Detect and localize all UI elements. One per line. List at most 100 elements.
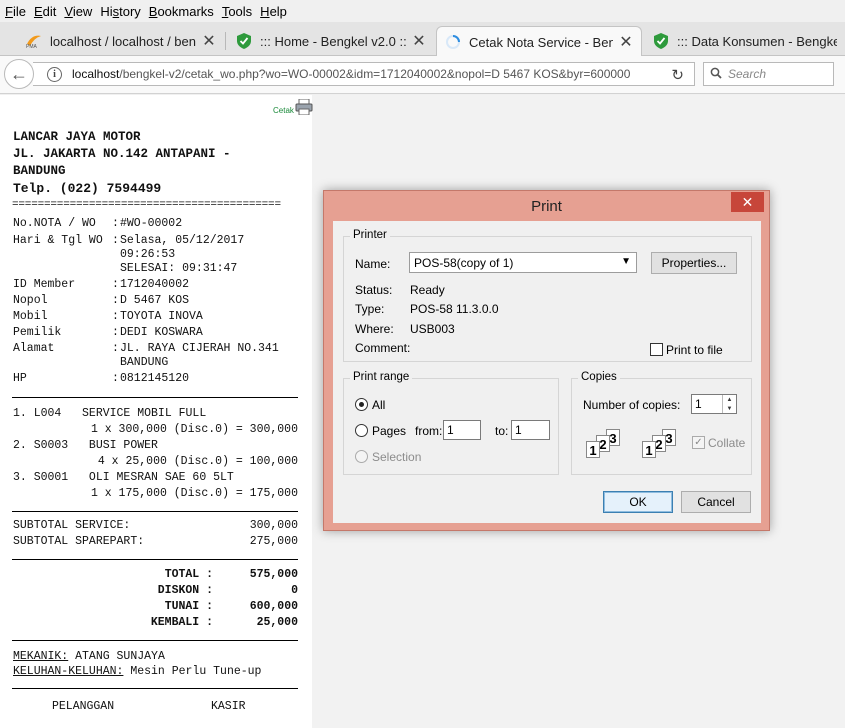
tab-label: localhost / localhost / bengk	[50, 33, 196, 49]
close-icon: ✕	[741, 194, 754, 210]
item-detail: 1 x 175,000 (Disc.0) = 175,000	[90, 487, 298, 500]
item-detail: 1 x 300,000 (Disc.0) = 300,000	[90, 423, 298, 436]
field-colon: :	[112, 234, 119, 247]
reload-icon[interactable]: ↻	[671, 66, 684, 84]
field-value: DEDI KOSWARA	[120, 326, 203, 339]
print-to-file-checkbox[interactable]	[650, 343, 663, 356]
url-host: localhost	[72, 67, 120, 81]
all-label: All	[372, 398, 386, 412]
field-value: BANDUNG	[120, 356, 169, 369]
tab-home-bengkel[interactable]: ::: Home - Bengkel v2.0 ::: ✕	[228, 26, 434, 56]
subtotal-label: SUBTOTAL SERVICE:	[13, 519, 131, 532]
search-input[interactable]: Search	[703, 62, 834, 86]
printer-group-label: Printer	[350, 229, 390, 241]
receipt: Cetak LANCAR JAYA MOTOR JL. JAKARTA NO.1…	[0, 95, 313, 728]
close-button[interactable]: ✕	[731, 192, 764, 212]
field-colon: :	[112, 342, 119, 355]
total-label: KEMBALI :	[150, 616, 213, 629]
print-range-group: Print range All Pages from: 1 to: 1 Sele…	[343, 371, 559, 475]
all-radio[interactable]	[355, 398, 368, 411]
printer-group: Printer Name: POS-58(copy of 1) ▼ Proper…	[343, 229, 752, 362]
close-icon[interactable]: ✕	[412, 31, 426, 51]
divider	[12, 688, 298, 689]
tab-label: ::: Data Konsumen - Bengkel	[677, 33, 837, 49]
keluhan-line: KELUHAN-KELUHAN: Mesin Perlu Tune-up	[13, 665, 261, 678]
shield-icon	[653, 33, 669, 49]
total-label: TOTAL :	[164, 568, 213, 581]
page-icon: 1	[586, 441, 600, 458]
status-label: Status:	[355, 283, 393, 297]
where-value: USB003	[410, 322, 455, 336]
spin-arrows-icon[interactable]: ▲ ▼	[722, 395, 736, 413]
field-value: 1712040002	[120, 278, 190, 291]
cetak-link[interactable]: Cetak	[273, 98, 313, 116]
menu-file[interactable]: File	[4, 4, 33, 19]
print-dialog: Print ✕ Printer Name: POS-58(copy of 1) …	[323, 190, 770, 531]
tab-cetak-nota[interactable]: Cetak Nota Service - Bengke ✕	[436, 26, 642, 57]
close-icon[interactable]: ✕	[619, 32, 633, 52]
item-line: 2. S0003 BUSI POWER	[13, 439, 158, 452]
menu-edit[interactable]: Edit	[33, 4, 63, 19]
menu-bar: File Edit View History Bookmarks Tools H…	[0, 0, 845, 22]
phpmyadmin-icon: PMA	[26, 33, 42, 49]
field-label: Nopol	[13, 294, 48, 307]
field-label: Mobil	[13, 310, 48, 323]
type-label: Type:	[355, 302, 385, 316]
item-line: 1. L004 SERVICE MOBIL FULL	[13, 407, 207, 420]
menu-bookmarks[interactable]: Bookmarks	[148, 4, 221, 19]
properties-button[interactable]: Properties...	[651, 252, 737, 274]
mekanik-line: MEKANIK: ATANG SUNJAYA	[13, 650, 165, 663]
mekanik-label: MEKANIK:	[13, 650, 69, 663]
shop-address-1: JL. JAKARTA NO.142 ANTAPANI -	[13, 147, 231, 161]
field-value: JL. RAYA CIJERAH NO.341	[120, 342, 279, 355]
shop-name: LANCAR JAYA MOTOR	[13, 130, 141, 144]
sign-customer: PELANGGAN	[52, 700, 115, 713]
field-value: 09:26:53	[120, 248, 176, 261]
field-value: TOYOTA INOVA	[120, 310, 203, 323]
divider	[12, 511, 298, 512]
field-value: SELESAI: 09:31:47	[120, 262, 238, 275]
tab-data-konsumen[interactable]: ::: Data Konsumen - Bengkel	[645, 26, 845, 56]
search-icon	[710, 67, 722, 82]
loading-icon	[445, 34, 461, 50]
selection-radio[interactable]	[355, 450, 368, 463]
collate-label: Collate	[708, 436, 746, 450]
svg-text:PMA: PMA	[26, 44, 38, 48]
dialog-title: Print	[531, 198, 562, 215]
printer-name-select[interactable]: POS-58(copy of 1) ▼	[409, 252, 637, 273]
shop-phone: Telp. (022) 7594499	[13, 181, 162, 196]
copies-label: Number of copies:	[583, 398, 681, 412]
to-input[interactable]: 1	[511, 420, 550, 440]
info-icon[interactable]: i	[47, 66, 62, 82]
from-label: from:	[415, 424, 443, 438]
field-colon: :	[112, 326, 119, 339]
field-colon: :	[112, 217, 119, 230]
comment-label: Comment:	[355, 341, 411, 355]
total-value: 0	[291, 584, 298, 597]
keluhan-value: Mesin Perlu Tune-up	[130, 665, 262, 678]
url-bar[interactable]: i localhost/bengkel-v2/cetak_wo.php?wo=W…	[33, 62, 695, 86]
keluhan-label: KELUHAN-KELUHAN:	[13, 665, 124, 678]
collate-checkbox[interactable]: ✓	[692, 436, 705, 449]
copies-stepper[interactable]: 1 ▲ ▼	[691, 394, 737, 414]
total-value: 600,000	[249, 600, 298, 613]
field-value: 0812145120	[120, 372, 190, 385]
page-icon: 1	[642, 441, 656, 458]
tab-phpmyadmin[interactable]: PMA localhost / localhost / bengk ✕	[18, 26, 224, 56]
back-button[interactable]: ←	[4, 59, 34, 89]
mekanik-value: ATANG SUNJAYA	[75, 650, 165, 663]
double-rule: ========================================…	[12, 199, 281, 211]
subtotal-value: 275,000	[249, 535, 298, 548]
menu-history[interactable]: History	[99, 4, 147, 19]
menu-view[interactable]: View	[63, 4, 99, 19]
shop-address-2: BANDUNG	[13, 164, 66, 178]
pages-radio[interactable]	[355, 424, 368, 437]
cancel-button[interactable]: Cancel	[681, 491, 751, 513]
copies-group-label: Copies	[578, 371, 620, 383]
from-input[interactable]: 1	[443, 420, 481, 440]
menu-tools[interactable]: Tools	[221, 4, 259, 19]
menu-help[interactable]: Help	[259, 4, 294, 19]
total-value: 575,000	[249, 568, 298, 581]
close-icon[interactable]: ✕	[202, 31, 216, 51]
ok-button[interactable]: OK	[603, 491, 673, 513]
